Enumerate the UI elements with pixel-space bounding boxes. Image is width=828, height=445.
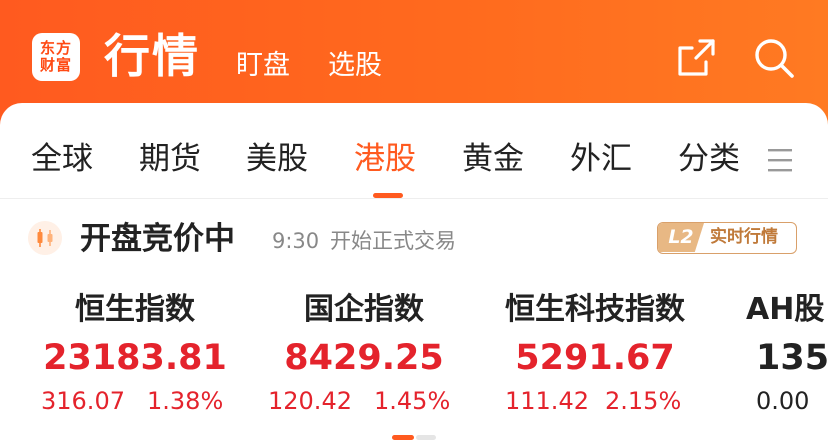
logo-text-line2: 财富: [39, 56, 72, 74]
index-card-ah[interactable]: AH股 135 0.00: [746, 290, 828, 420]
page-indicator-inactive: [416, 435, 436, 440]
index-percent: 2.15%: [605, 387, 682, 415]
tab-futures[interactable]: 期货: [139, 137, 201, 181]
search-icon[interactable]: [752, 36, 796, 80]
market-tabs: 全球 期货 美股 港股 黄金 外汇 分类: [0, 103, 828, 199]
page-title: 行情: [104, 29, 200, 83]
index-price: 8429.25: [284, 338, 444, 378]
open-time: 9:30: [272, 229, 320, 253]
watch-link[interactable]: 盯盘: [236, 48, 290, 84]
candlestick-icon: [28, 221, 62, 255]
auction-status-title: 开盘竞价中: [80, 221, 235, 257]
menu-lines-icon[interactable]: [766, 147, 794, 173]
tab-categories[interactable]: 分类: [678, 137, 740, 181]
tab-gold[interactable]: 黄金: [462, 137, 524, 181]
index-percent: 1.38%: [147, 387, 224, 415]
index-percent: 1.45%: [374, 387, 451, 415]
index-name: 恒生科技指数: [505, 292, 685, 327]
l2-realtime-badge[interactable]: L2 实时行情: [657, 222, 797, 254]
tab-forex[interactable]: 外汇: [570, 137, 632, 181]
page-indicator-active: [392, 435, 414, 440]
index-name: 国企指数: [304, 292, 424, 327]
index-price: 5291.67: [515, 338, 675, 378]
app-logo[interactable]: 东方 财富: [32, 33, 80, 81]
stock-picker-link[interactable]: 选股: [328, 48, 382, 84]
realtime-label: 实时行情: [710, 227, 778, 247]
index-name: AH股: [746, 292, 825, 327]
share-icon[interactable]: [674, 36, 718, 80]
index-change: 0.00: [756, 387, 810, 415]
index-name: 恒生指数: [75, 292, 195, 327]
tab-hk-stocks[interactable]: 港股: [354, 137, 416, 181]
index-change: 120.42: [268, 387, 352, 415]
open-note: 开始正式交易: [330, 229, 456, 253]
logo-text-line1: 东方: [39, 39, 72, 57]
index-change: 316.07: [41, 387, 125, 415]
index-card-hsi[interactable]: 恒生指数 23183.81 316.07 1.38%: [35, 290, 235, 420]
index-price: 135: [756, 338, 828, 378]
page-indicator: [392, 435, 436, 440]
index-card-hstech[interactable]: 恒生科技指数 5291.67 111.42 2.15%: [493, 290, 697, 420]
active-tab-indicator: [373, 193, 403, 198]
index-price: 23183.81: [43, 338, 227, 378]
index-change: 111.42: [505, 387, 589, 415]
tab-us-stocks[interactable]: 美股: [246, 137, 308, 181]
l2-label: L2: [658, 223, 704, 252]
tab-global[interactable]: 全球: [31, 137, 93, 181]
index-card-hscei[interactable]: 国企指数 8429.25 120.42 1.45%: [264, 290, 464, 420]
